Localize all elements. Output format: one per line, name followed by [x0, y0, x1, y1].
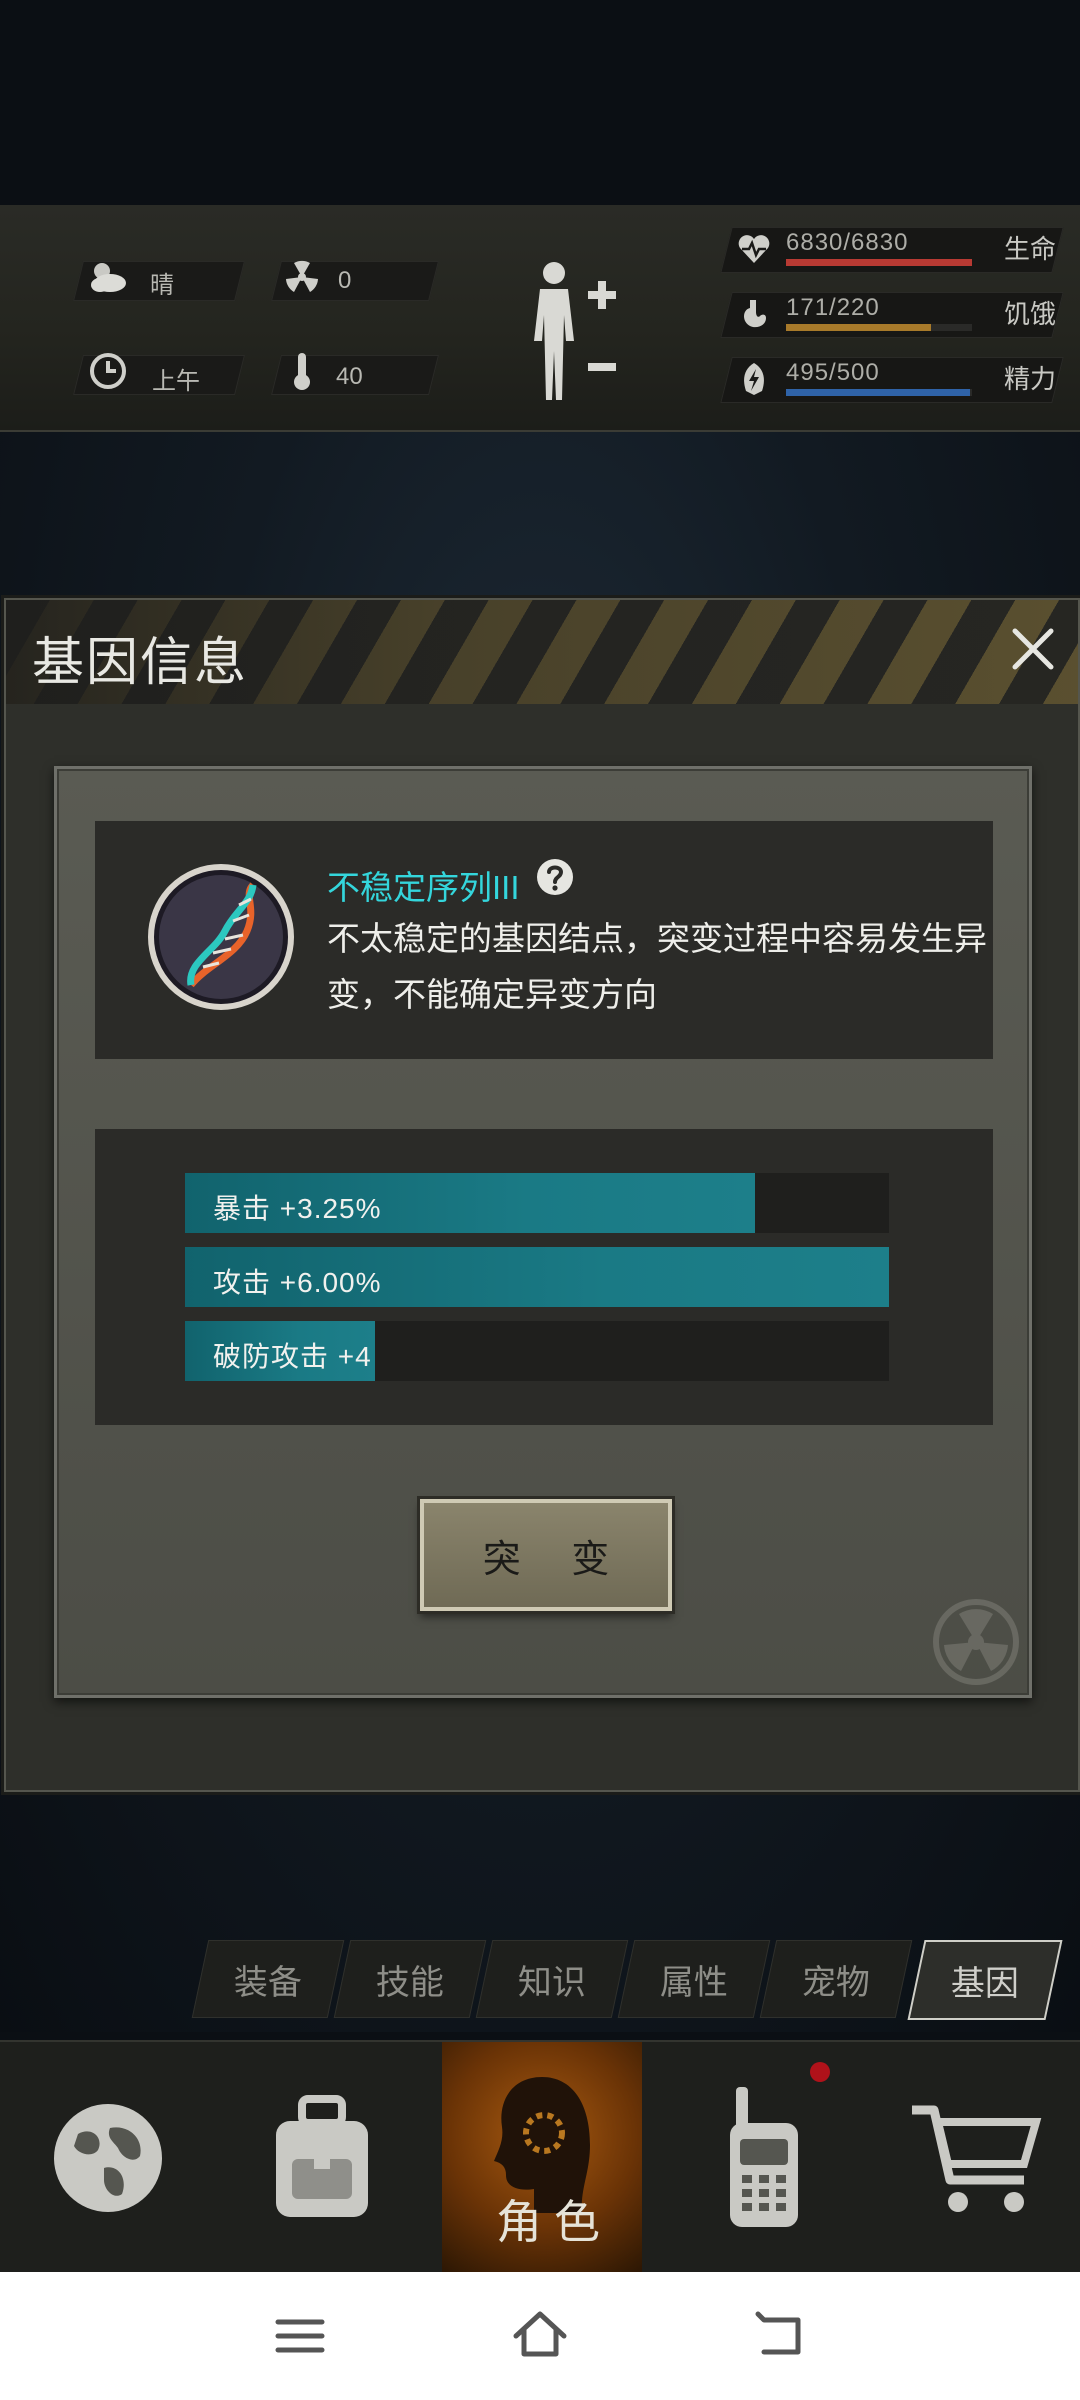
backpack-icon — [276, 2095, 368, 2217]
tab-skills[interactable]: 技能 — [333, 1940, 487, 2018]
energy-value: 495/500 — [786, 359, 880, 386]
stomach-icon — [736, 296, 772, 332]
mutate-button-label: 突 变 — [482, 1538, 630, 1581]
thermometer-icon — [282, 351, 322, 391]
hunger-fill — [786, 324, 931, 331]
radiation-icon — [931, 1597, 1021, 1687]
home-button[interactable] — [510, 2306, 570, 2366]
nav-inventory[interactable] — [222, 2042, 422, 2274]
status-panel: 晴 0 上午 40 6830/6830 生命 171/220 饥饿 495/50… — [0, 205, 1080, 432]
gene-info-card: 不稳定序列III 不太稳定的基因结点，突变过程中容易发生异变，不能确定异变方向 — [95, 821, 993, 1059]
walkie-talkie-icon — [730, 2087, 798, 2227]
tab-label: 装备 — [234, 1963, 302, 2002]
health-value: 6830/6830 — [786, 229, 909, 256]
nav-shop[interactable] — [876, 2042, 1076, 2274]
back-icon — [755, 2311, 801, 2355]
tab-label: 知识 — [518, 1963, 586, 2002]
stat-text: 攻击 +6.00% — [213, 1267, 382, 1298]
notification-badge — [810, 2062, 830, 2082]
health-fill — [786, 259, 972, 266]
gene-description: 不太稳定的基因结点，突变过程中容易发生异变，不能确定异变方向 — [327, 920, 987, 1013]
dna-icon — [147, 855, 295, 1019]
cart-icon — [912, 2105, 1042, 2212]
energy-label: 精力 — [1003, 364, 1056, 394]
tab-knowledge[interactable]: 知识 — [475, 1940, 629, 2018]
help-icon[interactable] — [535, 857, 575, 897]
tab-label: 属性 — [660, 1963, 728, 2002]
dialog-title: 基因信息 — [32, 634, 249, 692]
heart-icon — [736, 231, 772, 267]
nav-character-label: 角色 — [496, 2196, 612, 2248]
energy-icon — [736, 361, 772, 397]
cloud-sun-icon — [88, 257, 128, 297]
dialog-header: 基因信息 — [6, 600, 1078, 704]
tab-label: 技能 — [376, 1963, 444, 2002]
clock-icon — [88, 351, 128, 391]
dialog-body: 不稳定序列III 不太稳定的基因结点，突变过程中容易发生异变，不能确定异变方向 … — [54, 766, 1032, 1698]
gene-info-dialog: 基因信息 不稳定序列III 不太稳定的基因结点，突变过程中容易发生异变，不能确定… — [4, 598, 1080, 1792]
hunger-value: 171/220 — [786, 294, 880, 321]
gene-name: 不稳定序列III — [327, 869, 520, 906]
hunger-label: 饥饿 — [1003, 299, 1056, 329]
tab-pets[interactable]: 宠物 — [759, 1940, 913, 2018]
stat-bar-attack: 攻击 +6.00% — [185, 1247, 889, 1307]
mutate-button[interactable]: 突 变 — [420, 1499, 672, 1611]
radiation-value: 0 — [338, 267, 352, 294]
stat-text: 破防攻击 +4 — [213, 1341, 372, 1372]
tab-genes[interactable]: 基因 — [907, 1940, 1063, 2020]
tab-label: 基因 — [951, 1964, 1019, 2003]
time-value: 上午 — [152, 368, 200, 395]
stat-text: 暴击 +3.25% — [213, 1193, 382, 1224]
energy-bar: 495/500 精力 — [720, 355, 1064, 403]
nav-character[interactable]: 角色 — [442, 2042, 642, 2274]
health-label: 生命 — [1003, 234, 1056, 264]
globe-icon — [54, 2104, 162, 2212]
tab-attributes[interactable]: 属性 — [617, 1940, 771, 2018]
stat-bar-crit: 暴击 +3.25% — [185, 1173, 889, 1233]
close-button[interactable] — [1002, 618, 1064, 680]
body-plus-minus-icon[interactable] — [518, 255, 622, 405]
menu-button[interactable] — [270, 2306, 330, 2366]
bottom-nav: 角色 — [0, 2040, 1080, 2274]
gene-stats-card: 暴击 +3.25% 攻击 +6.00% 破防攻击 +4 — [95, 1129, 993, 1425]
system-nav-bar — [0, 2272, 1080, 2400]
radiation-icon — [282, 257, 322, 297]
menu-icon — [275, 2319, 325, 2353]
nav-world[interactable] — [8, 2042, 208, 2274]
energy-fill — [786, 389, 971, 396]
character-tabs: 装备 技能 知识 属性 宠物 基因 — [191, 1940, 1063, 2020]
hunger-bar: 171/220 饥饿 — [720, 290, 1064, 338]
close-icon — [1012, 628, 1054, 670]
back-button[interactable] — [750, 2306, 810, 2366]
tab-equipment[interactable]: 装备 — [191, 1940, 345, 2018]
nav-radio[interactable] — [664, 2042, 864, 2274]
home-icon — [513, 2311, 567, 2357]
stat-bar-armor-break: 破防攻击 +4 — [185, 1321, 889, 1381]
weather-value: 晴 — [150, 272, 174, 299]
temperature-value: 40 — [336, 363, 363, 390]
tab-label: 宠物 — [802, 1963, 870, 2002]
health-bar: 6830/6830 生命 — [720, 225, 1064, 273]
